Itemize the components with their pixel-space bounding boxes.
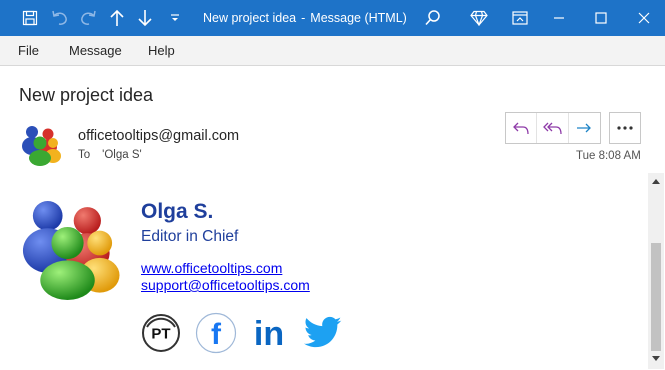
chevron-down-icon [652,356,660,361]
message-actions [505,112,601,144]
search-icon[interactable] [420,0,446,36]
to-label: To [78,149,91,161]
signature-name: Olga S. [141,200,214,223]
twitter-social-link[interactable] [302,312,344,354]
scroll-down-arrow[interactable] [648,351,664,367]
window-title-app: Message (HTML) [310,11,407,25]
menu-message[interactable]: Message [69,36,122,66]
maximize-icon[interactable] [585,0,617,36]
save-icon[interactable] [12,0,48,36]
facebook-icon-text: f [211,318,222,351]
pt-icon-text: PT [151,326,170,343]
reply-icon [513,122,529,135]
signature-website-link[interactable]: www.officetooltips.com [141,260,282,276]
customize-toolbar-icon[interactable] [166,0,184,36]
minimize-icon[interactable] [543,0,575,36]
vertical-scrollbar[interactable] [648,173,664,369]
signature-email-link[interactable]: support@officetooltips.com [141,277,310,293]
close-icon[interactable] [628,0,660,36]
message-subject: New project idea [19,85,154,105]
scrollbar-thumb[interactable] [651,243,661,351]
title-bar: New project idea - Message (HTML) [0,0,665,36]
scroll-up-arrow[interactable] [648,173,664,189]
premium-diamond-icon[interactable] [467,0,491,36]
message-timestamp: Tue 8:08 AM [576,150,641,162]
signature-title: Editor in Chief [141,228,239,245]
undo-icon[interactable] [48,0,72,36]
menu-help[interactable]: Help [148,36,175,66]
sender-email: officetooltips@gmail.com [78,128,240,144]
pt-icon: PT [142,314,180,352]
window-title-subject: New project idea [203,11,297,25]
next-item-icon[interactable] [134,0,156,36]
reply-all-button[interactable] [537,113,569,143]
linkedin-icon-text: in [254,315,284,353]
menu-bar: File Message Help [0,36,665,66]
window-title-separator: - [301,11,306,25]
sender-avatar [20,124,62,171]
reply-all-icon [542,122,562,135]
recipients-row: To 'Olga S' [78,149,142,161]
menu-file[interactable]: File [18,36,39,66]
to-recipient[interactable]: 'Olga S' [102,149,142,161]
twitter-icon [304,316,342,348]
more-options-button[interactable] [609,112,641,144]
forward-button[interactable] [569,113,600,143]
forward-icon [577,123,592,133]
previous-item-icon[interactable] [106,0,128,36]
pt-social-link[interactable]: PT [140,312,182,354]
redo-icon[interactable] [76,0,100,36]
facebook-icon: f [195,312,237,354]
more-options-icon [617,126,633,130]
facebook-social-link[interactable]: f [195,312,237,354]
chevron-up-icon [652,179,660,184]
linkedin-social-link[interactable]: in [248,312,290,354]
restore-ribbon-icon[interactable] [508,0,532,36]
linkedin-icon: in [254,315,284,353]
reply-button[interactable] [506,113,538,143]
signature-logo [18,196,122,305]
window-title: New project idea - Message (HTML) [203,0,407,36]
